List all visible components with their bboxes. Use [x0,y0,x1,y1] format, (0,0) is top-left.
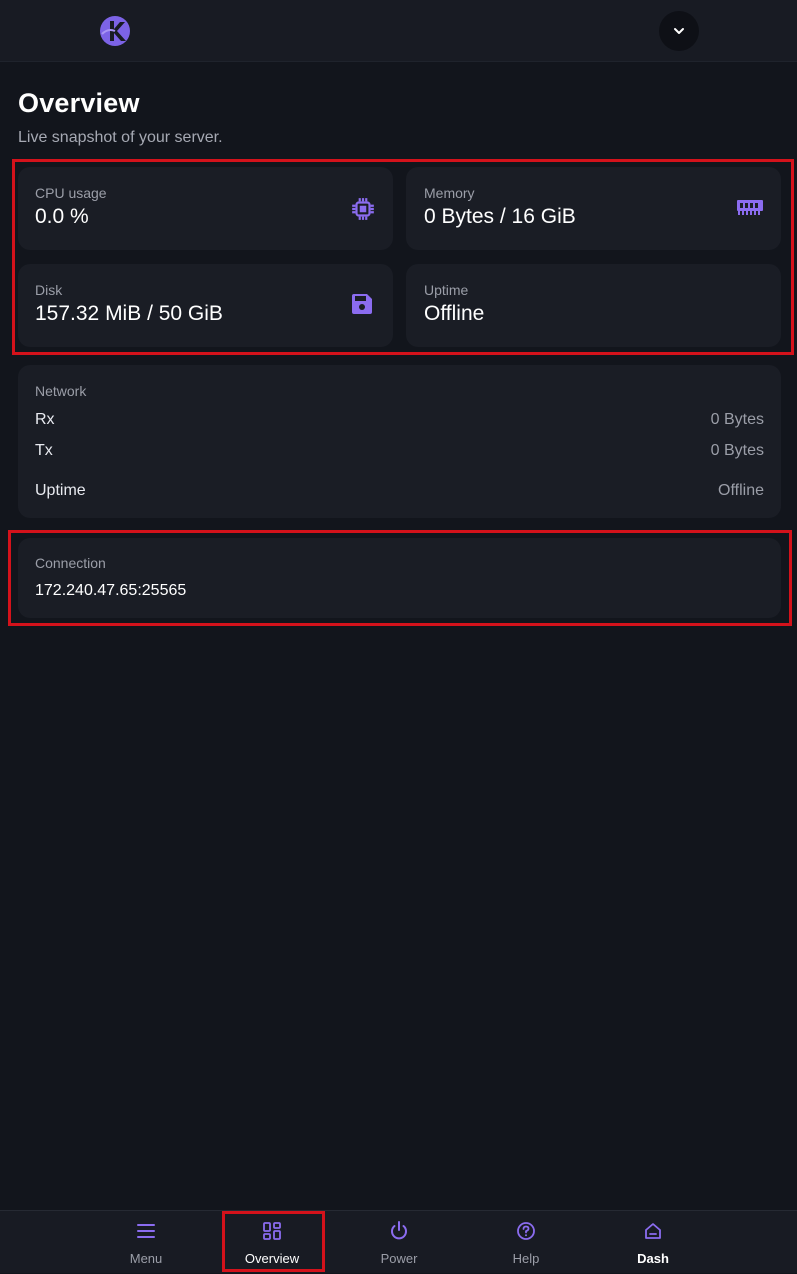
uptime-value: Offline [424,302,485,325]
help-question-icon [517,1222,535,1240]
cpu-chip-icon [352,198,374,220]
network-uptime-label: Uptime [35,482,86,499]
nav-label-dash: Dash [637,1251,669,1266]
bottom-nav: Menu Overview Power Help Dash [0,1210,797,1273]
overview-nav-highlight-box [222,1211,325,1272]
connection-card: Connection 172.240.47.65:25565 [18,538,781,618]
nav-label-help: Help [512,1251,540,1266]
disk-card: Disk 157.32 MiB / 50 GiB [18,264,393,347]
connection-label: Connection [35,555,106,571]
cpu-usage-card: CPU usage 0.0 % [18,167,393,250]
memory-card: Memory 0 Bytes / 16 GiB [406,167,781,250]
account-dropdown-button[interactable] [659,11,699,51]
network-rx-label: Rx [35,411,55,428]
network-card: Network Rx 0 Bytes Tx 0 Bytes Uptime Off… [18,365,781,518]
uptime-card: Uptime Offline [406,264,781,347]
kyro-logo-icon[interactable] [98,14,132,48]
network-tx-label: Tx [35,442,53,459]
page-title: Overview [18,88,140,118]
network-tx-value: 0 Bytes [710,442,764,459]
connection-address[interactable]: 172.240.47.65:25565 [35,582,186,600]
nav-label-power: Power [380,1251,418,1266]
hamburger-menu-icon [137,1224,155,1238]
cpu-usage-value: 0.0 % [35,205,89,228]
memory-ram-icon [737,200,763,215]
home-icon [645,1223,661,1239]
disk-label: Disk [35,282,63,298]
nav-item-help[interactable]: Help [476,1211,576,1274]
top-bar [0,0,797,62]
chevron-down-icon [674,28,684,34]
network-label: Network [35,383,87,399]
nav-item-dash[interactable]: Dash [603,1211,703,1274]
memory-value: 0 Bytes / 16 GiB [424,205,576,228]
memory-label: Memory [424,185,475,201]
nav-item-power[interactable]: Power [349,1211,449,1274]
nav-item-menu[interactable]: Menu [96,1211,196,1274]
power-icon [391,1221,407,1240]
cpu-usage-label: CPU usage [35,185,107,201]
network-rx-value: 0 Bytes [710,411,764,428]
page-subtitle: Live snapshot of your server. [18,129,223,146]
network-uptime-value: Offline [718,482,764,499]
uptime-label: Uptime [424,282,469,298]
disk-value: 157.32 MiB / 50 GiB [35,302,223,325]
floppy-disk-icon [352,294,372,314]
nav-label-menu: Menu [129,1251,163,1266]
